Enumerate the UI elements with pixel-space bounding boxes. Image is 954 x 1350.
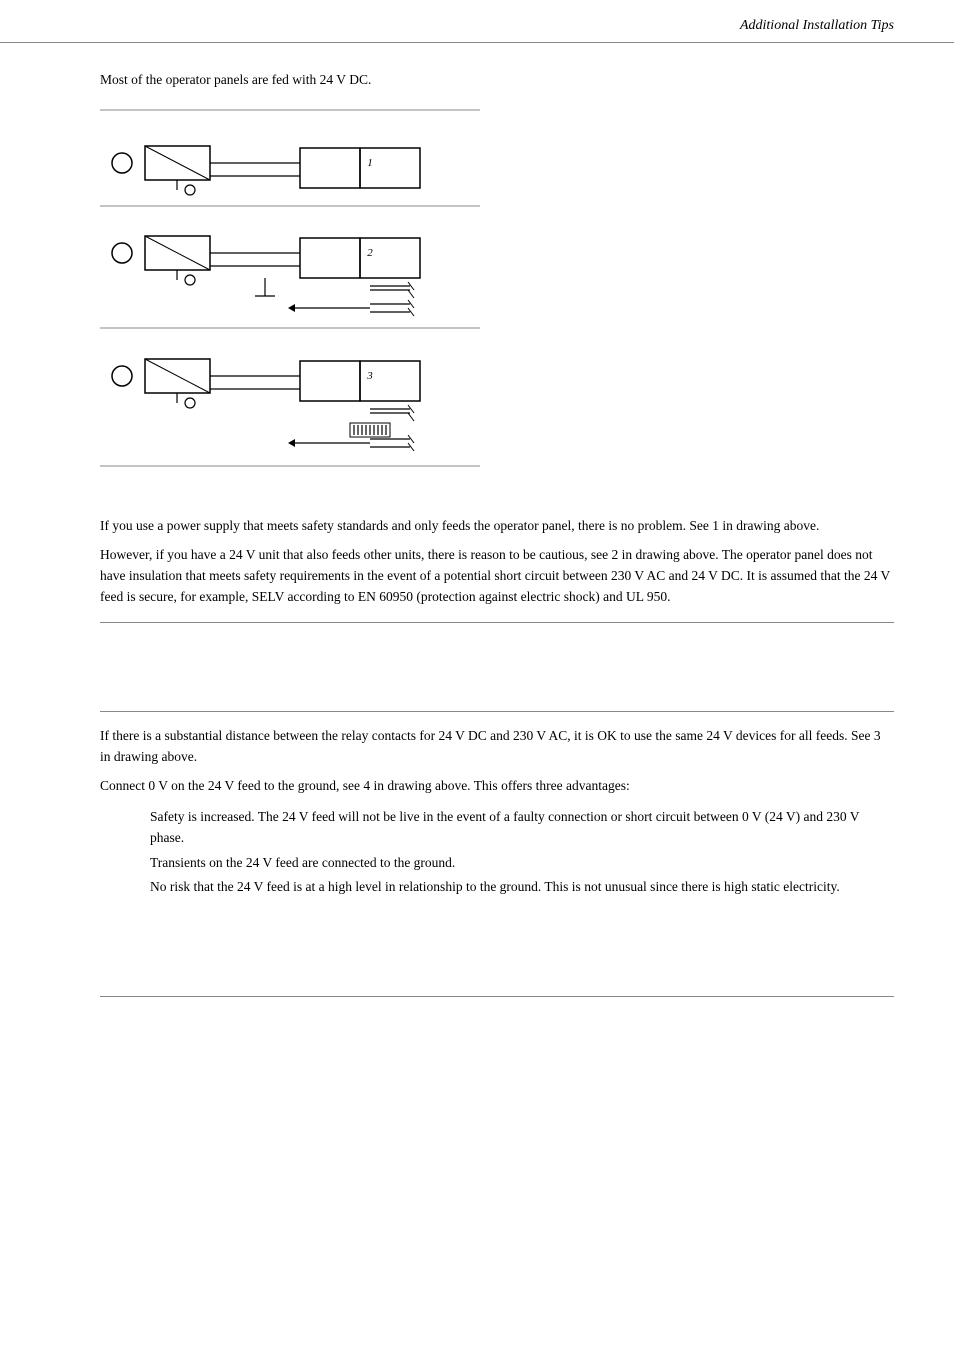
page-header: Additional Installation Tips — [0, 18, 954, 43]
svg-text:1: 1 — [367, 157, 373, 169]
bullet-1: Safety is increased. The 24 V feed will … — [150, 807, 894, 849]
intro-text: Most of the operator panels are fed with… — [100, 70, 894, 90]
bullet-list: Safety is increased. The 24 V feed will … — [100, 807, 894, 899]
svg-text:3: 3 — [366, 370, 373, 382]
circuit-diagram: 1 2 — [100, 108, 620, 498]
bullet-2: Transients on the 24 V feed are connecte… — [150, 853, 894, 874]
divider-3 — [100, 996, 894, 997]
section1-para2: However, if you have a 24 V unit that al… — [100, 545, 894, 608]
section2-para2: Connect 0 V on the 24 V feed to the grou… — [100, 776, 894, 797]
main-content: Most of the operator panels are fed with… — [100, 70, 894, 1011]
svg-text:2: 2 — [367, 247, 373, 259]
section2-para1: If there is a substantial distance betwe… — [100, 726, 894, 768]
section1-text: If you use a power supply that meets saf… — [100, 516, 894, 608]
section1-para1: If you use a power supply that meets saf… — [100, 516, 894, 537]
diagram-area: 1 2 — [100, 108, 894, 498]
page: Additional Installation Tips Most of the… — [0, 0, 954, 1350]
divider-1 — [100, 622, 894, 623]
divider-2 — [100, 711, 894, 712]
bullet-3: No risk that the 24 V feed is at a high … — [150, 877, 894, 898]
header-title: Additional Installation Tips — [740, 18, 894, 34]
section2-text: If there is a substantial distance betwe… — [100, 726, 894, 797]
